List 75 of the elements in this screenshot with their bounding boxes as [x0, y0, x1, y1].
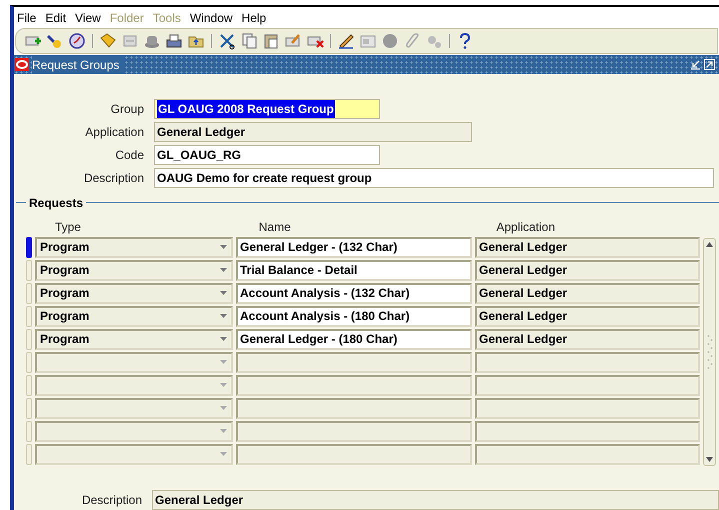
sphere-icon[interactable] — [381, 32, 399, 50]
caret-icon[interactable] — [220, 337, 227, 342]
input-field[interactable] — [475, 352, 700, 373]
input-field[interactable]: General Ledger — [154, 122, 472, 142]
input-field[interactable] — [236, 374, 472, 396]
menu-item[interactable]: Window — [190, 8, 233, 27]
input-field[interactable]: Account Analysis - (132 Char) — [236, 282, 472, 304]
dropdown-field[interactable] — [35, 352, 233, 373]
input-field[interactable] — [236, 420, 472, 442]
field-label: Application — [84, 124, 145, 141]
oracle-logo-icon — [15, 58, 29, 72]
input-field[interactable]: General Ledger — [475, 328, 700, 350]
input-field[interactable]: OAUG Demo for create request group — [154, 168, 714, 188]
dropdown-field[interactable] — [35, 374, 233, 396]
caret-icon[interactable] — [220, 429, 227, 434]
input-field[interactable]: General Ledger — [475, 306, 700, 327]
input-field[interactable]: General Ledger — [475, 282, 700, 304]
column-header: Application — [495, 218, 556, 236]
caret-icon[interactable] — [220, 406, 227, 410]
paperclip-icon[interactable] — [403, 32, 421, 50]
field-label: Description — [80, 492, 143, 509]
input-field[interactable]: General Ledger — [475, 260, 700, 281]
scrollbar[interactable] — [703, 238, 716, 466]
caret-icon[interactable] — [220, 383, 227, 388]
input-field[interactable]: General Ledger - (132 Char) — [236, 236, 472, 258]
menu-item[interactable]: Edit — [45, 8, 66, 27]
window-title: Request Groups — [32, 56, 124, 74]
caret-icon[interactable] — [220, 452, 227, 456]
input-field[interactable]: GL OAUG 2008 Request Group — [154, 98, 380, 119]
copy-icon[interactable] — [240, 32, 258, 50]
dropdown-field[interactable] — [35, 398, 233, 419]
dropdown-field[interactable]: Program — [35, 236, 233, 258]
input-field[interactable] — [475, 420, 700, 442]
clock-icon[interactable] — [68, 32, 86, 50]
minimize-icon[interactable] — [690, 59, 701, 70]
menu-item[interactable]: File — [17, 8, 36, 27]
input-field[interactable]: General Ledger — [475, 236, 700, 258]
printer-icon[interactable] — [165, 32, 183, 50]
column-header: Name — [258, 218, 292, 236]
input-field[interactable]: General Ledger - (180 Char) — [236, 328, 472, 350]
input-field[interactable]: GL_OAUG_RG — [154, 144, 380, 165]
input-field[interactable] — [236, 444, 472, 465]
input-field[interactable] — [236, 352, 472, 373]
caret-icon[interactable] — [220, 360, 227, 364]
caret-icon[interactable] — [220, 314, 227, 318]
field-label: Description — [82, 170, 145, 187]
input-field[interactable]: Account Analysis - (180 Char) — [236, 306, 472, 327]
caret-icon[interactable] — [220, 245, 227, 250]
input-field[interactable]: General Ledger — [152, 490, 719, 510]
caret-icon[interactable] — [220, 291, 227, 296]
field-label: Code — [114, 146, 145, 164]
menu-item[interactable]: Help — [242, 8, 266, 27]
paste-icon[interactable] — [262, 32, 280, 50]
maximize-icon[interactable] — [704, 59, 715, 70]
scroll-down-arrow-icon[interactable] — [706, 456, 713, 462]
column-header: Type — [54, 218, 82, 236]
dropdown-field[interactable]: Program — [35, 328, 233, 350]
input-field[interactable] — [475, 374, 700, 396]
dropdown-field[interactable]: Program — [35, 306, 233, 327]
caret-icon[interactable] — [220, 268, 227, 272]
menu-item[interactable]: View — [75, 8, 101, 27]
input-field[interactable] — [475, 398, 700, 419]
dropdown-field[interactable]: Program — [35, 260, 233, 281]
field-label: Group — [110, 100, 145, 118]
input-field[interactable]: Trial Balance - Detail — [236, 260, 472, 281]
input-field[interactable] — [236, 398, 472, 419]
row-indicator[interactable] — [26, 236, 32, 258]
scroll-up-arrow-icon[interactable] — [706, 242, 713, 247]
pencil-icon[interactable] — [337, 32, 355, 50]
section-heading: Requests — [28, 194, 84, 212]
input-field[interactable] — [475, 444, 700, 465]
dropdown-field[interactable]: Program — [35, 282, 233, 304]
flashlight-icon[interactable] — [46, 32, 64, 50]
dropdown-field[interactable] — [35, 420, 233, 442]
dropdown-field[interactable] — [35, 444, 233, 465]
